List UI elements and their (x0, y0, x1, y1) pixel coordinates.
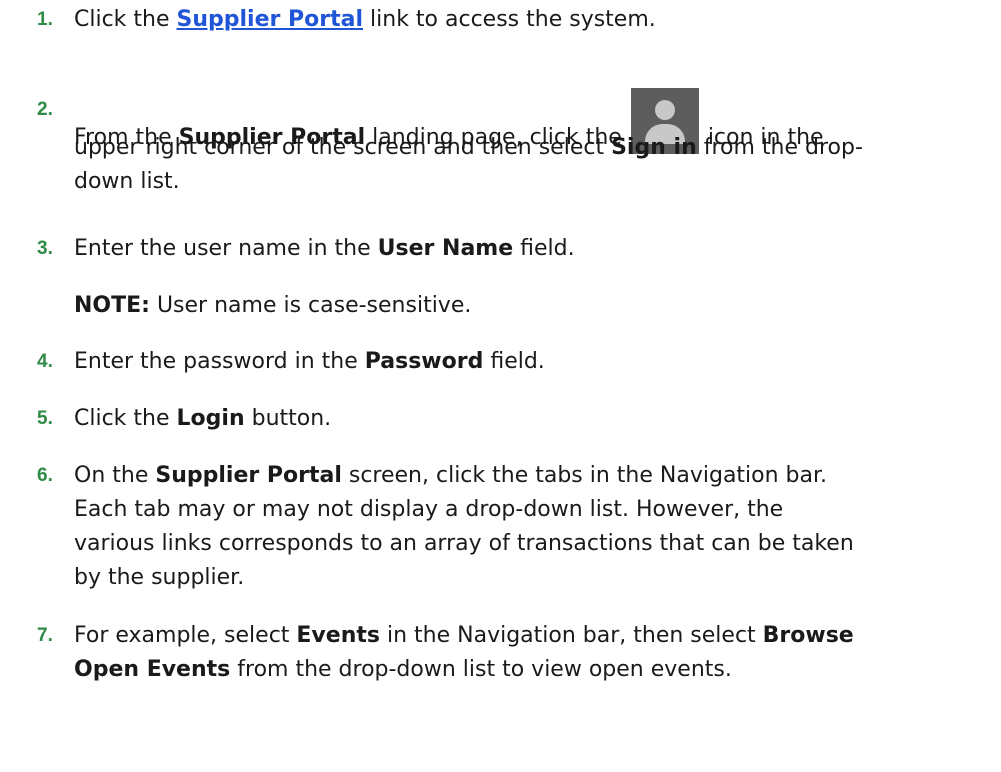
step-text: On the Supplier Portal screen, click the… (74, 460, 989, 492)
step-text-part: Click the (74, 406, 177, 431)
step-number: 3. (37, 238, 53, 259)
step-text-bold: Events (296, 623, 380, 648)
step-text-part: by the supplier. (74, 565, 245, 590)
step-text-bold: User Name (377, 236, 514, 261)
note-text: User name is case-sensitive. (149, 293, 472, 318)
step-text: Click the Supplier Portal link to access… (74, 4, 989, 36)
step-text-bold: Open Events (74, 657, 231, 682)
step-number: 7. (37, 625, 53, 646)
step-text-part: from the drop-down list to view open eve… (230, 657, 732, 682)
step-text: Click the Login button. (74, 403, 989, 435)
step-number: 6. (37, 465, 53, 486)
step-text-part: Each tab may or may not display a drop-d… (74, 497, 784, 522)
supplier-portal-link[interactable]: Supplier Portal (177, 7, 364, 32)
step-text-bold: Password (364, 349, 484, 374)
step-number: 5. (37, 408, 53, 429)
step-text-part: upper right corner of the screen and the… (74, 135, 612, 160)
step-text-part: button. (244, 406, 332, 431)
step-text-bold: Login (176, 406, 245, 431)
step-text-part: Enter the user name in the (74, 236, 378, 261)
step-text-part: link to access the system. (363, 7, 656, 32)
step-text-part: Click the (74, 7, 177, 32)
step-text-part: screen, click the tabs in the Navigation… (341, 463, 828, 488)
step-note: NOTE: User name is case-sensitive. (74, 290, 989, 322)
step-number: 1. (37, 9, 53, 30)
step-number: 2. (37, 99, 53, 120)
step-text-part: various links corresponds to an array of… (74, 531, 854, 556)
instructions-page: 1. Click the Supplier Portal link to acc… (0, 0, 1001, 772)
step-text-line: upper right corner of the screen and the… (74, 132, 989, 164)
step-text: For example, select Events in the Naviga… (74, 620, 989, 652)
step-text-bold: Supplier Portal (155, 463, 342, 488)
step-text-part: Enter the password in the (74, 349, 365, 374)
step-text-line: various links corresponds to an array of… (74, 528, 989, 560)
step-text-part: down list. (74, 169, 180, 194)
step-text-part: field. (483, 349, 545, 374)
step-text-line: down list. (74, 166, 989, 198)
step-text-bold: Browse (762, 623, 854, 648)
step-number: 4. (37, 351, 53, 372)
step-text-line: Each tab may or may not display a drop-d… (74, 494, 989, 526)
step-text-part: field. (513, 236, 575, 261)
step-text-part: from the drop- (696, 135, 863, 160)
step-text: Enter the user name in the User Name fie… (74, 233, 989, 265)
step-text-part: For example, select (74, 623, 297, 648)
note-label: NOTE: (74, 293, 150, 318)
step-text: Enter the password in the Password field… (74, 346, 989, 378)
step-text-bold: Sign in (611, 135, 697, 160)
step-text-line: by the supplier. (74, 562, 989, 594)
step-text-part: in the Navigation bar, then select (379, 623, 763, 648)
step-text-line: Open Events from the drop-down list to v… (74, 654, 989, 686)
step-text-part: On the (74, 463, 156, 488)
